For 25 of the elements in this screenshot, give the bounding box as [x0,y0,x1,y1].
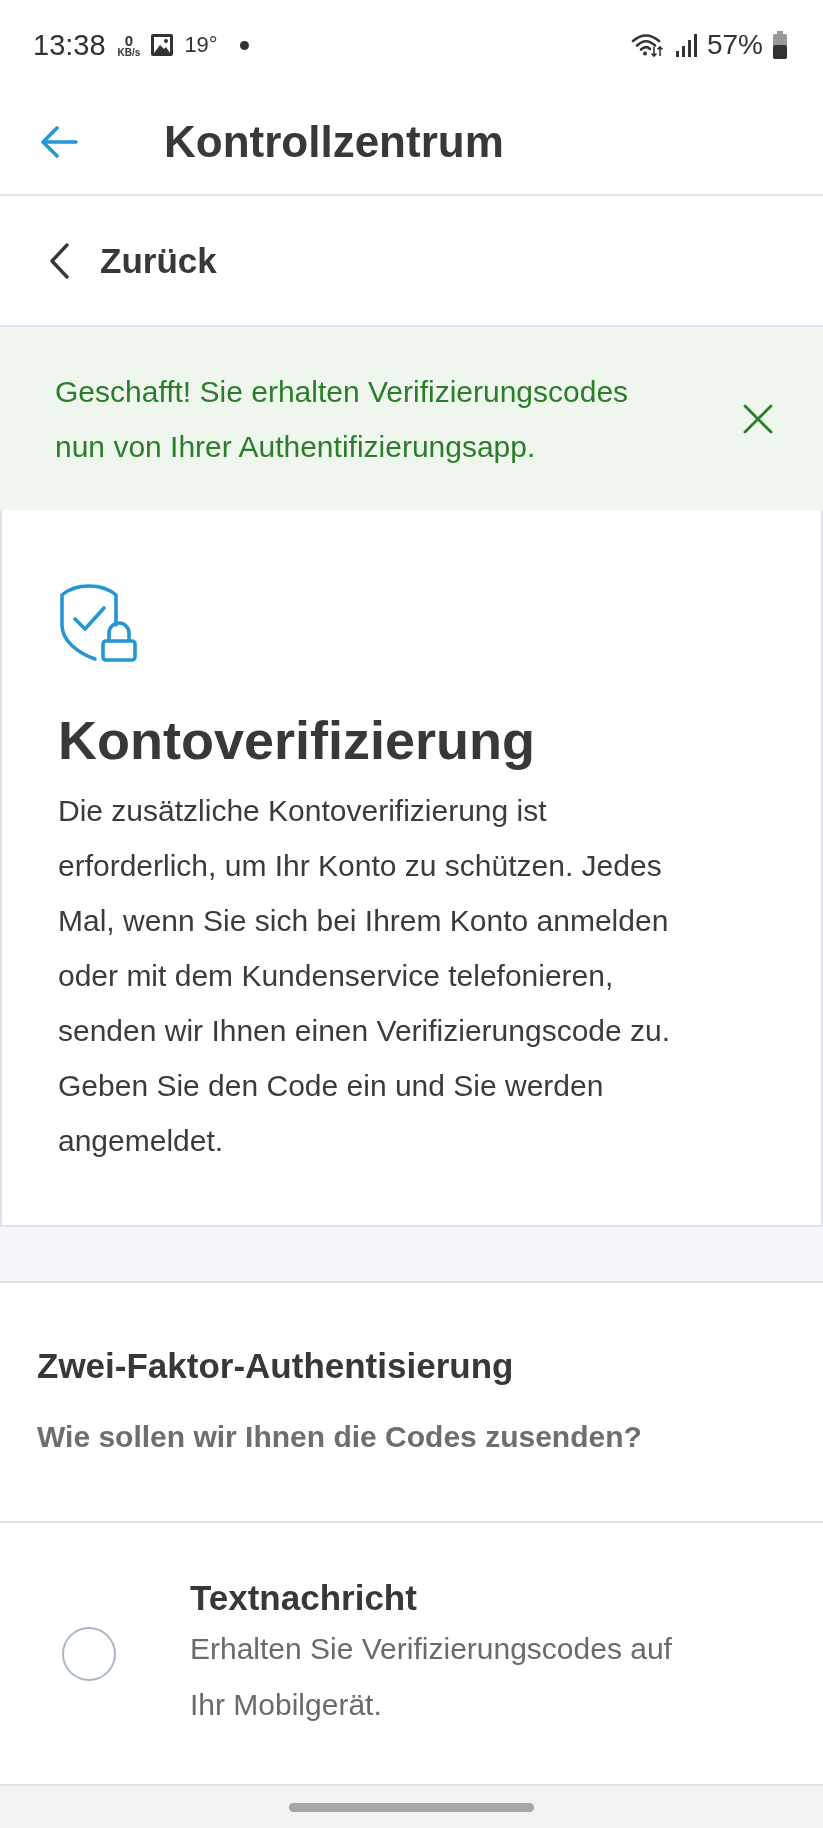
status-time: 13:38 [33,30,106,60]
radio-button[interactable] [62,1626,116,1681]
home-indicator[interactable] [289,1802,534,1812]
banner-message: Geschafft! Sie erhalten Verifizierungscodes nun von Ihrer Authentifizierungsapp. [55,373,630,465]
option-description: Erhalten Sie Verifizierungscodes auf Ihr Mobilgerät. [190,1631,673,1724]
shield-lock-icon [58,581,140,663]
page-title: Kontrollzentrum [164,115,504,168]
option-title: Textnachricht [190,1576,418,1619]
section-subtitle: Wie sollen wir Ihnen die Codes zusenden? [37,1418,643,1455]
network-speed-value: 0 [124,32,134,48]
temperature: 19° [184,34,218,56]
gallery-icon [150,33,175,57]
close-icon[interactable] [743,403,773,434]
battery-icon [773,31,787,59]
card-title: Kontoverifizierung [58,709,536,772]
chevron-left-icon [48,242,70,279]
section-title: Zwei-Faktor-Authentisierung [37,1345,515,1387]
back-link[interactable]: Zurück [48,239,217,282]
network-speed-unit: KB/s [117,47,141,58]
back-arrow-icon[interactable] [40,126,78,158]
signal-icon [674,33,697,57]
battery-percent: 57% [706,31,763,59]
wifi-icon [630,32,665,58]
notification-dot-icon [239,40,249,50]
card-description: Die zusätzliche Kontoverifizierung ist erforderlich, um Ihr Konto zu schützen. Jedes Mal, wenn Sie sich bei Ihrem Konto anmelden oder mit dem Kundenservice telefonieren, senden wir Ihnen einen Verifizierungscode zu. Geben Sie den Code ein und Sie werden angemeldet. [58,792,672,1159]
